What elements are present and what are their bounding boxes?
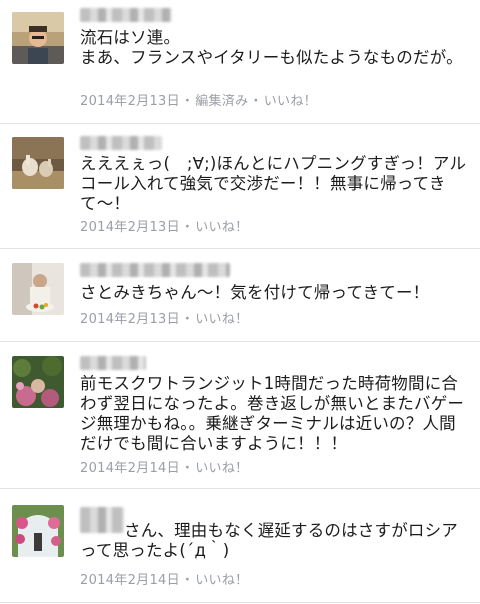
- comment-text: さん、理由もなく遅延するのはさすがロシアって思ったよ(´д｀): [80, 521, 472, 561]
- like-link[interactable]: いいね！: [195, 312, 248, 327]
- separator: ・: [180, 461, 195, 476]
- avatar-photo: [12, 356, 64, 408]
- separator: ・: [180, 94, 195, 109]
- comment-date: 2014年2月14日: [80, 461, 180, 476]
- commenter-name[interactable]: [80, 136, 162, 150]
- comment-item: 前モスクワトランジット1時間だった時荷物間に合わず翌日になったよ。巻き返しが無い…: [0, 342, 480, 488]
- like-link[interactable]: いいね！: [264, 94, 317, 109]
- comment-meta: 2014年2月13日・いいね！: [80, 308, 248, 327]
- separator: ・: [249, 94, 263, 109]
- comment-meta: 2014年2月14日・いいね！: [80, 569, 248, 588]
- like-link[interactable]: いいね！: [195, 220, 248, 235]
- comment-item: さとみきちゃん〜！気を付けて帰ってきてー！ 2014年2月13日・いいね！: [0, 249, 480, 341]
- divider: [0, 602, 480, 603]
- avatar-photo: [12, 263, 64, 315]
- like-link[interactable]: いいね！: [195, 461, 248, 476]
- comment-meta: 2014年2月13日・いいね！: [80, 216, 248, 235]
- like-link[interactable]: いいね！: [195, 573, 248, 588]
- separator: ・: [180, 312, 195, 327]
- comment-item: さん、理由もなく遅延するのはさすがロシアって思ったよ(´д｀) 2014年2月1…: [0, 489, 480, 604]
- comment-date: 2014年2月13日: [80, 94, 180, 109]
- avatar-photo: [12, 137, 64, 189]
- comment-text: さとみきちゃん〜！気を付けて帰ってきてー！: [80, 283, 430, 302]
- comment-item: えええぇっ( ;∀;)ほんとにハプニングすぎっ！アルコール入れて強気で交渉だー！…: [0, 124, 480, 248]
- comment-text-content: さん、理由もなく遅延するのはさすがロシアって思ったよ(´д｀): [80, 521, 458, 560]
- commenter-name[interactable]: [80, 356, 146, 370]
- avatar[interactable]: [12, 356, 64, 408]
- edited-label[interactable]: 編集済み: [195, 94, 248, 109]
- comment-text: 流石はソ連。 まあ、フランスやイタリーも似たようなものだが。: [80, 28, 463, 67]
- comment-date: 2014年2月13日: [80, 312, 180, 327]
- commenter-name[interactable]: [80, 8, 172, 22]
- comment-date: 2014年2月13日: [80, 220, 180, 235]
- avatar-photo: [12, 505, 64, 557]
- separator: ・: [180, 220, 195, 235]
- comment-text: 前モスクワトランジット1時間だった時荷物間に合わず翌日になったよ。巻き返しが無い…: [80, 374, 465, 453]
- avatar[interactable]: [12, 12, 64, 64]
- commenter-name[interactable]: [80, 263, 230, 277]
- avatar[interactable]: [12, 505, 64, 557]
- avatar-photo: [12, 12, 64, 64]
- comment-meta: 2014年2月14日・いいね！: [80, 457, 248, 476]
- avatar[interactable]: [12, 137, 64, 189]
- comment-meta: 2014年2月13日・編集済み・いいね！: [80, 90, 317, 109]
- comment-date: 2014年2月14日: [80, 573, 180, 588]
- comment-text: えええぇっ( ;∀;)ほんとにハプニングすぎっ！アルコール入れて強気で交渉だー！…: [80, 154, 467, 213]
- avatar[interactable]: [12, 263, 64, 315]
- comment-item: 流石はソ連。 まあ、フランスやイタリーも似たようなものだが。 2014年2月13…: [0, 0, 480, 123]
- separator: ・: [180, 573, 195, 588]
